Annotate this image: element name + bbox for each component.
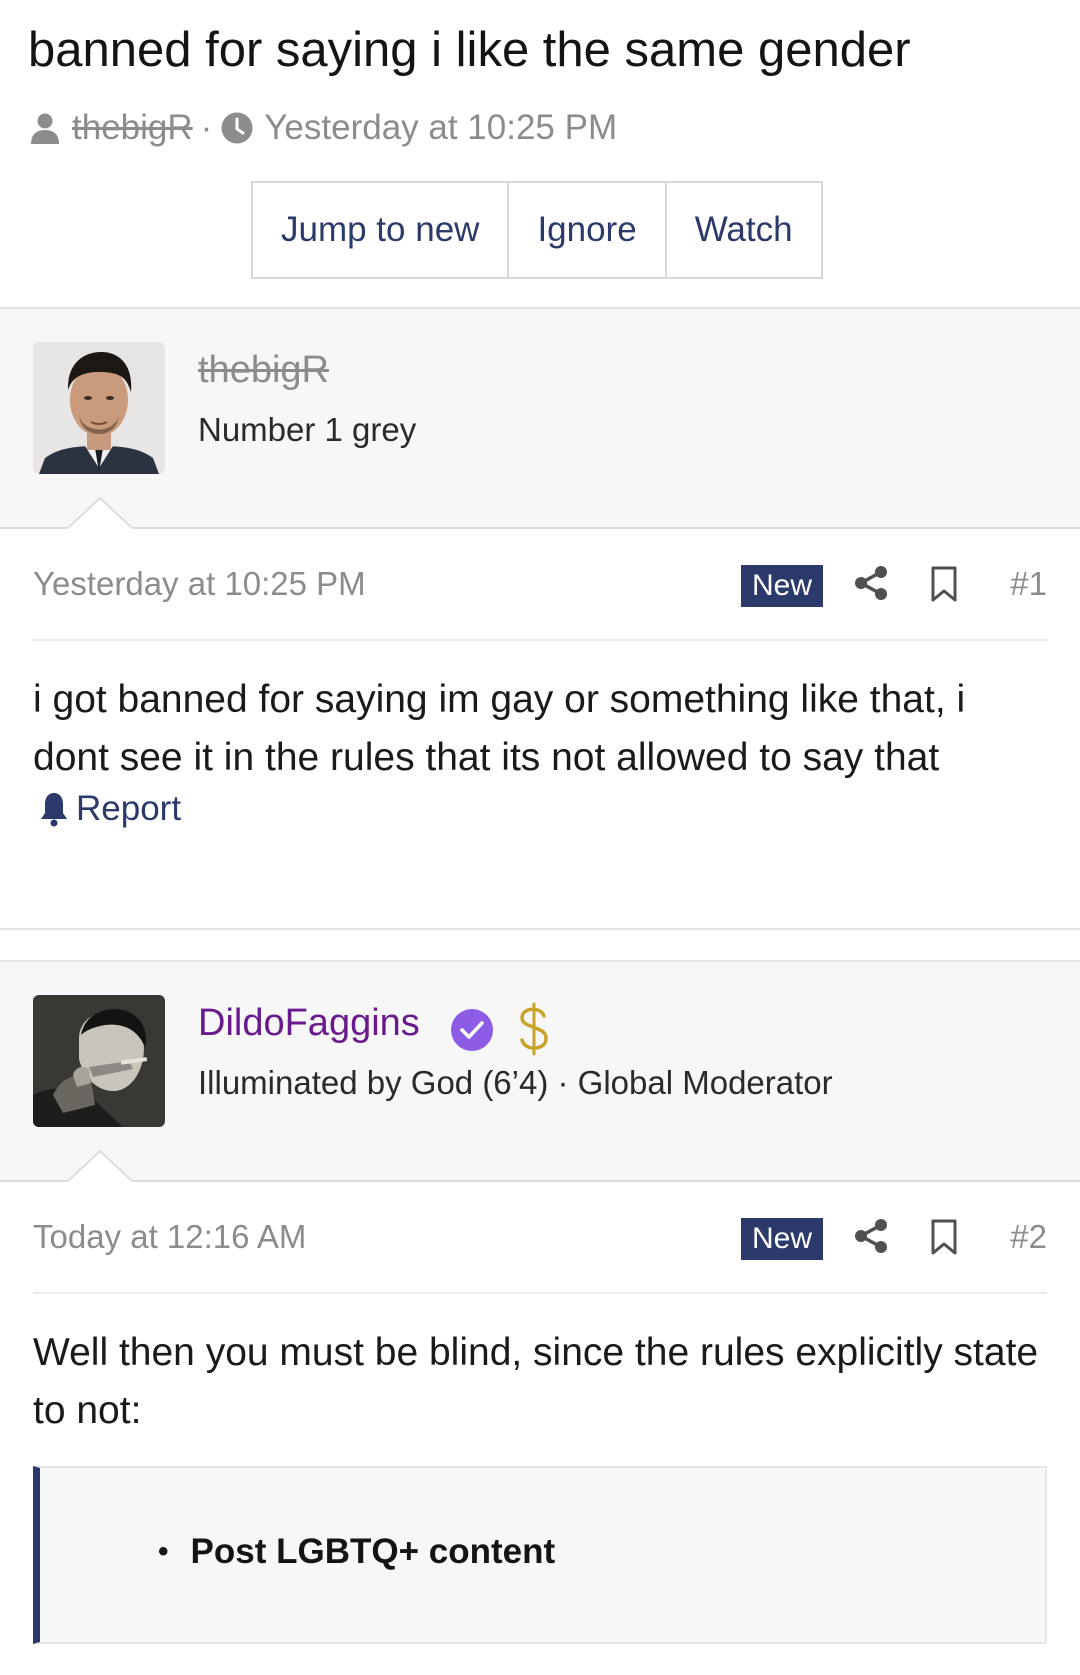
bookmark-icon[interactable] [929,1218,959,1256]
jump-to-new-button[interactable]: Jump to new [253,183,510,277]
report-label: Report [76,789,182,828]
quote-list: Post LGBTQ+ content [158,1532,556,1572]
ignore-button[interactable]: Ignore [509,183,667,277]
share-icon[interactable] [853,565,889,601]
quote-list-item: Post LGBTQ+ content [158,1532,556,1572]
avatar[interactable] [33,995,165,1127]
thread-action-buttons: Jump to new Ignore Watch [251,181,823,279]
user-icon [31,113,59,144]
post-time[interactable]: Yesterday at 10:25 PM [33,565,366,603]
dollar-icon [520,1002,548,1056]
share-icon[interactable] [853,1218,889,1254]
post-number-link[interactable]: #1 [1010,565,1047,603]
avatar-image [33,342,165,474]
new-badge: New [741,1218,823,1260]
thread-meta: thebigR · Yesterday at 10:25 PM [28,106,617,150]
post-arrow [68,497,132,529]
clock-icon [221,112,253,144]
report-link[interactable]: Report [38,789,181,829]
quote-block: Post LGBTQ+ content [33,1466,1047,1644]
post-meta-bar: Today at 12:16 AM New #2 [33,1182,1047,1294]
post-meta-bar: Yesterday at 10:25 PM New #1 [33,529,1047,641]
post-number-link[interactable]: #2 [1010,1218,1047,1256]
user-title: Number 1 grey [198,411,417,448]
post-body: Well then you must be blind, since the r… [33,1331,1039,1432]
post-user-block: thebigR Number 1 grey [0,309,1080,529]
post-arrow [68,1150,132,1182]
thread-title: banned for saying i like the same gender [28,23,911,77]
thread-author-link[interactable]: thebigR [72,108,193,148]
post-2: DildoFaggins Illuminated by God (6’4) · … [0,960,1080,1675]
new-badge: New [741,565,823,607]
avatar[interactable] [33,342,165,474]
username-link[interactable]: DildoFaggins [198,1002,420,1045]
thread-header: banned for saying i like the same gender… [0,0,1080,307]
post-1: thebigR Number 1 grey Yesterday at 10:25… [0,307,1080,930]
bookmark-icon[interactable] [929,565,959,603]
bell-icon [41,793,67,827]
verified-icon [451,1009,493,1051]
post-user-block: DildoFaggins Illuminated by God (6’4) · … [0,962,1080,1182]
thread-time[interactable]: Yesterday at 10:25 PM [264,108,617,148]
watch-button[interactable]: Watch [667,183,821,277]
username-link[interactable]: thebigR [198,349,329,392]
post-time[interactable]: Today at 12:16 AM [33,1218,306,1256]
user-title: Illuminated by God (6’4) · Global Modera… [198,1064,833,1101]
post-body: i got banned for saying im gay or someth… [33,678,966,779]
avatar-image [33,995,165,1127]
meta-separator: · [200,108,213,147]
